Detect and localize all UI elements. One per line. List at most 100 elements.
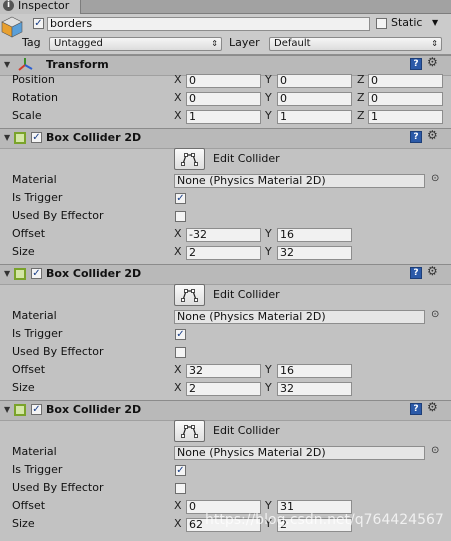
help-book-icon[interactable]: ? (410, 267, 422, 279)
object-picker-icon[interactable]: ⊙ (431, 445, 439, 456)
edit-collider-button[interactable] (174, 148, 205, 170)
is-trigger-checkbox[interactable]: ✓ (175, 465, 186, 476)
used-by-effector-label: Used By Effector (12, 481, 104, 494)
scale-x-field[interactable]: 1 (186, 110, 261, 124)
rotation-x-field[interactable]: 0 (186, 92, 261, 106)
tab-inspector[interactable]: i Inspector (0, 0, 81, 14)
edit-collider-label: Edit Collider (213, 288, 280, 301)
edit-collider-icon (181, 153, 198, 166)
material-label: Material (12, 173, 57, 186)
box-collider-icon (14, 132, 26, 144)
scale-y-field[interactable]: 1 (277, 110, 352, 124)
axis-y-label: Y (265, 109, 272, 122)
axis-x-label: X (174, 91, 182, 104)
rotation-z-field[interactable]: 0 (368, 92, 443, 106)
material-label: Material (12, 445, 57, 458)
is-trigger-checkbox[interactable]: ✓ (175, 329, 186, 340)
axis-x-label: X (174, 73, 182, 86)
layer-dropdown[interactable]: Default ⇕ (269, 37, 442, 51)
is-trigger-checkbox[interactable]: ✓ (175, 193, 186, 204)
axis-x-label: X (174, 227, 182, 240)
used-by-effector-checkbox[interactable] (175, 347, 186, 358)
axis-y-label: Y (265, 73, 272, 86)
position-z-field[interactable]: 0 (368, 74, 443, 88)
offset-label: Offset (12, 227, 46, 240)
offset-x-field[interactable]: 32 (186, 364, 261, 378)
used-by-effector-label: Used By Effector (12, 345, 104, 358)
axis-x-label: X (174, 245, 182, 258)
component-title: Box Collider 2D (46, 403, 142, 416)
tag-label: Tag (22, 36, 41, 49)
component-title: Box Collider 2D (46, 131, 142, 144)
gear-icon[interactable]: ⚙ (427, 55, 438, 69)
is-trigger-label: Is Trigger (12, 327, 63, 340)
offset-label: Offset (12, 363, 46, 376)
foldout-arrow-icon[interactable]: ▼ (4, 405, 10, 414)
axis-z-label: Z (357, 91, 365, 104)
position-x-field[interactable]: 0 (186, 74, 261, 88)
position-y-field[interactable]: 0 (277, 74, 352, 88)
size-y-field[interactable]: 32 (277, 246, 352, 260)
gear-icon[interactable]: ⚙ (427, 128, 438, 142)
tag-dropdown[interactable]: Untagged ⇕ (49, 37, 222, 51)
foldout-arrow-icon[interactable]: ▼ (4, 60, 10, 69)
component-title: Box Collider 2D (46, 267, 142, 280)
box-collider-icon (14, 268, 26, 280)
help-book-icon[interactable]: ? (410, 58, 422, 70)
axis-x-label: X (174, 517, 182, 530)
edit-collider-button[interactable] (174, 284, 205, 306)
edit-collider-label: Edit Collider (213, 424, 280, 437)
foldout-arrow-icon[interactable]: ▼ (4, 269, 10, 278)
offset-x-field[interactable]: -32 (186, 228, 261, 242)
offset-y-field[interactable]: 16 (277, 364, 352, 378)
object-picker-icon[interactable]: ⊙ (431, 173, 439, 184)
scale-z-field[interactable]: 1 (368, 110, 443, 124)
static-dropdown-arrow-icon[interactable]: ▼ (432, 18, 438, 27)
size-label: Size (12, 245, 35, 258)
dropdown-arrows-icon: ⇕ (431, 39, 438, 48)
axis-y-label: Y (265, 91, 272, 104)
edit-collider-button[interactable] (174, 420, 205, 442)
transform-row-label: Rotation (12, 91, 59, 104)
axis-z-label: Z (357, 73, 365, 86)
size-x-field[interactable]: 2 (186, 382, 261, 396)
dropdown-arrows-icon: ⇕ (211, 39, 218, 48)
component-enabled-checkbox[interactable]: ✓ (31, 132, 42, 143)
axis-x-label: X (174, 363, 182, 376)
help-book-icon[interactable]: ? (410, 403, 422, 415)
edit-collider-icon (181, 289, 198, 302)
size-label: Size (12, 381, 35, 394)
axis-z-label: Z (357, 109, 365, 122)
active-checkbox[interactable]: ✓ (33, 18, 44, 29)
rotation-y-field[interactable]: 0 (277, 92, 352, 106)
material-object-field[interactable]: None (Physics Material 2D) (174, 310, 425, 324)
object-picker-icon[interactable]: ⊙ (431, 309, 439, 320)
size-y-field[interactable]: 32 (277, 382, 352, 396)
material-label: Material (12, 309, 57, 322)
gameobject-cube-icon (1, 16, 23, 41)
axis-y-label: Y (265, 363, 272, 376)
object-name-input[interactable]: borders (47, 17, 370, 31)
axis-x-label: X (174, 499, 182, 512)
used-by-effector-checkbox[interactable] (175, 211, 186, 222)
used-by-effector-checkbox[interactable] (175, 483, 186, 494)
component-enabled-checkbox[interactable]: ✓ (31, 268, 42, 279)
axis-y-label: Y (265, 245, 272, 258)
component-enabled-checkbox[interactable]: ✓ (31, 404, 42, 415)
static-checkbox[interactable] (376, 18, 387, 29)
transform-title: Transform (46, 58, 109, 71)
used-by-effector-label: Used By Effector (12, 209, 104, 222)
help-book-icon[interactable]: ? (410, 131, 422, 143)
material-object-field[interactable]: None (Physics Material 2D) (174, 174, 425, 188)
tab-label: Inspector (18, 0, 70, 12)
gear-icon[interactable]: ⚙ (427, 400, 438, 414)
gear-icon[interactable]: ⚙ (427, 264, 438, 278)
foldout-arrow-icon[interactable]: ▼ (4, 133, 10, 142)
layer-label: Layer (229, 36, 260, 49)
size-x-field[interactable]: 2 (186, 246, 261, 260)
axis-x-label: X (174, 381, 182, 394)
offset-y-field[interactable]: 16 (277, 228, 352, 242)
transform-row-label: Position (12, 73, 55, 86)
is-trigger-label: Is Trigger (12, 191, 63, 204)
material-object-field[interactable]: None (Physics Material 2D) (174, 446, 425, 460)
